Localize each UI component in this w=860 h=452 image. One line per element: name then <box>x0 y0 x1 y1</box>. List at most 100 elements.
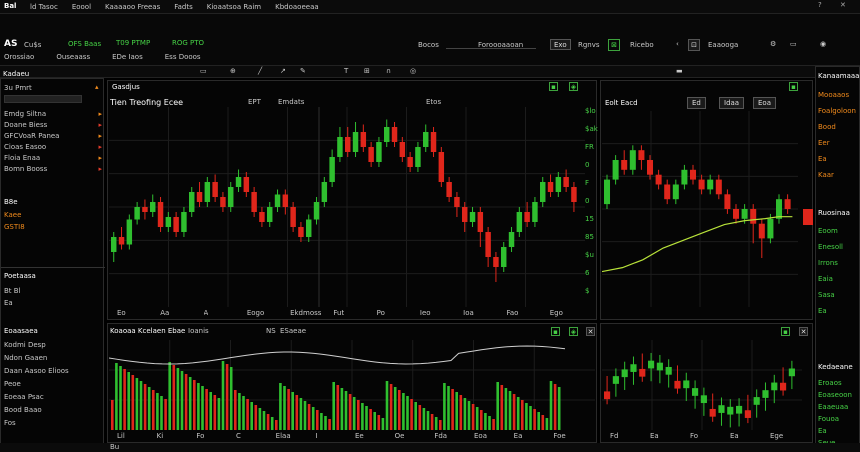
toolbar-row2-item[interactable]: Ess Dooos <box>165 52 201 62</box>
right-sub-item[interactable]: Enesoll <box>818 239 860 255</box>
price-scale-label: $ <box>585 287 590 295</box>
left-bottom-item[interactable]: Daan Aasoo Elioos <box>4 365 102 378</box>
toolbar-row2-item[interactable]: Orossiao <box>4 52 34 62</box>
close-icon[interactable]: ✕ <box>840 1 846 9</box>
lower-chart-settings-icon[interactable]: ◈ <box>569 327 578 336</box>
toolbar-item-1[interactable]: OFS Baas <box>66 39 103 49</box>
toolbar-button-2[interactable]: Rgnvs <box>578 41 600 49</box>
lower-volume-chart[interactable] <box>109 340 595 430</box>
candle-body <box>692 388 699 396</box>
toolbar-button-3[interactable]: Ricebo <box>630 41 654 49</box>
left-panel-row[interactable]: Emdg Siltna ▸ <box>4 109 102 120</box>
left-panel-row[interactable]: Floia Enaa ▸ <box>4 153 102 164</box>
menu-item[interactable]: ld Tasoc <box>30 2 58 12</box>
right-bottom-item[interactable]: Eaaeuaa <box>818 401 860 413</box>
right-panel-item[interactable]: Foalgoloon <box>818 103 860 119</box>
lower-chart-close-icon[interactable]: ✕ <box>586 327 595 336</box>
back-icon[interactable]: ‹ <box>676 40 679 48</box>
volume-bar <box>229 367 233 430</box>
user-icon[interactable]: ◉ <box>820 40 826 48</box>
toolbar-button-1[interactable]: Exo <box>550 39 571 50</box>
help-icon[interactable]: ? <box>818 1 822 9</box>
menu-item[interactable]: Eoool <box>72 2 91 12</box>
toolbar-button-4[interactable]: Eaaooga <box>708 41 738 49</box>
left-bottom-item[interactable]: Fos <box>4 417 102 430</box>
magnet-icon[interactable]: ∩ <box>386 67 391 75</box>
ray-icon[interactable]: ↗ <box>280 67 286 75</box>
right-sub-item[interactable]: Irrons <box>818 255 860 271</box>
trendline-icon[interactable]: ╱ <box>258 67 262 75</box>
right-sub-item[interactable]: Eoom <box>818 223 860 239</box>
toolbar-item-2[interactable]: T09 PTMP <box>116 39 150 47</box>
toolbar-row2-item[interactable]: EDe Iaos <box>112 52 143 62</box>
lower-right-candle-chart[interactable] <box>602 340 802 430</box>
right-panel: Kanaamaaa Mooaaos Foalgoloon Bood Eer Ea Kaar… <box>815 66 860 452</box>
menu-item[interactable]: Kaaaaoo Freeas <box>105 2 160 12</box>
candle-body <box>762 390 769 398</box>
eye-icon[interactable]: ◎ <box>410 67 416 75</box>
lock-icon[interactable]: ▬ <box>676 67 683 75</box>
left-bottom-item[interactable]: Ndon Gaaen <box>4 352 102 365</box>
volume-bar <box>213 395 217 430</box>
right-panel-item[interactable]: Mooaaos <box>818 87 860 103</box>
main-chart-toggle-icon[interactable]: ▪ <box>549 82 558 91</box>
volume-bar <box>156 393 159 430</box>
chart-type-icon[interactable]: ⊠ <box>608 39 620 51</box>
right-bottom-item[interactable]: Eoaseoon <box>818 389 860 401</box>
right-bottom-item[interactable]: Ea <box>818 425 860 437</box>
left-sub-item[interactable]: Kaee <box>4 209 102 221</box>
left-sub-item[interactable]: GSTI8 <box>4 221 102 233</box>
left-section-item[interactable]: Bt Bl <box>4 285 102 297</box>
left-section-item[interactable]: Ea <box>4 297 102 309</box>
right-chart-button-2[interactable]: Idaa <box>719 97 745 109</box>
left-bottom-item[interactable]: Eoeaa Psac <box>4 391 102 404</box>
pencil-icon[interactable]: ✎ <box>300 67 306 75</box>
lower-right-toggle-icon[interactable]: ▪ <box>781 327 790 336</box>
main-candle-chart[interactable] <box>109 107 585 307</box>
right-candle-chart[interactable] <box>602 111 798 307</box>
right-sub-item[interactable]: Ea <box>818 303 860 319</box>
time-axis-label: Ege <box>770 432 784 440</box>
right-chart-button-1[interactable]: Ed <box>687 97 706 109</box>
candle-body <box>724 194 731 209</box>
right-panel-item[interactable]: Ea <box>818 151 860 167</box>
volume-bar <box>402 393 405 430</box>
layout-icon[interactable]: ▭ <box>790 40 797 48</box>
toolbar-item-3[interactable]: ROG PTO <box>172 39 204 47</box>
left-bottom-item[interactable]: Bood Baao <box>4 404 102 417</box>
left-bottom-item[interactable]: Peoe <box>4 378 102 391</box>
menu-item[interactable]: Fadts <box>174 2 193 12</box>
zoom-icon[interactable]: ⊡ <box>688 39 700 51</box>
left-panel-row[interactable]: Cioas Easoo ▸ <box>4 142 102 153</box>
right-panel-item[interactable]: Eer <box>818 135 860 151</box>
menu-item[interactable]: Kioaatsoa Raim <box>207 2 261 12</box>
lower-chart-toggle-icon[interactable]: ▪ <box>551 327 560 336</box>
left-panel-row[interactable]: Bomn Booss ▸ <box>4 164 102 175</box>
volume-bar <box>381 418 385 430</box>
left-sub-header: B8e <box>4 198 18 206</box>
lower-right-close-icon[interactable]: ✕ <box>799 327 808 336</box>
main-chart-settings-icon[interactable]: ◈ <box>569 82 578 91</box>
right-chart-maximize-icon[interactable]: ▪ <box>789 82 798 91</box>
settings-icon[interactable]: ⚙ <box>770 40 776 48</box>
left-panel-input[interactable] <box>4 95 82 103</box>
pointer-icon[interactable]: ▭ <box>200 67 207 75</box>
right-chart-button-3[interactable]: Eoa <box>753 97 776 109</box>
toolbar-row2-item[interactable]: Ouseaass <box>56 52 90 62</box>
right-panel-item[interactable]: Bood <box>818 119 860 135</box>
right-bottom-item[interactable]: Eroaos <box>818 377 860 389</box>
right-sub-item[interactable]: Eaia <box>818 271 860 287</box>
right-bottom-item[interactable]: Fouoa <box>818 413 860 425</box>
left-panel-row[interactable]: GFCVoaR Panea ▸ <box>4 131 102 142</box>
left-panel: Kadaeu 3u Pmrt ▴ Emdg Siltna ▸ Doane Biess… <box>0 70 105 452</box>
left-panel-row[interactable]: Doane Biess ▸ <box>4 120 102 131</box>
candle-body <box>438 152 445 182</box>
text-icon[interactable]: T <box>344 67 348 75</box>
crosshair-icon[interactable]: ⊕ <box>230 67 236 75</box>
menu-item[interactable]: Kbdoaoeeaa <box>275 2 319 12</box>
measure-icon[interactable]: ⊞ <box>364 67 370 75</box>
right-sub-item[interactable]: Sasa <box>818 287 860 303</box>
right-panel-item[interactable]: Kaar <box>818 167 860 183</box>
candle-body <box>181 212 187 232</box>
left-bottom-item[interactable]: Kodmi Desp <box>4 339 102 352</box>
